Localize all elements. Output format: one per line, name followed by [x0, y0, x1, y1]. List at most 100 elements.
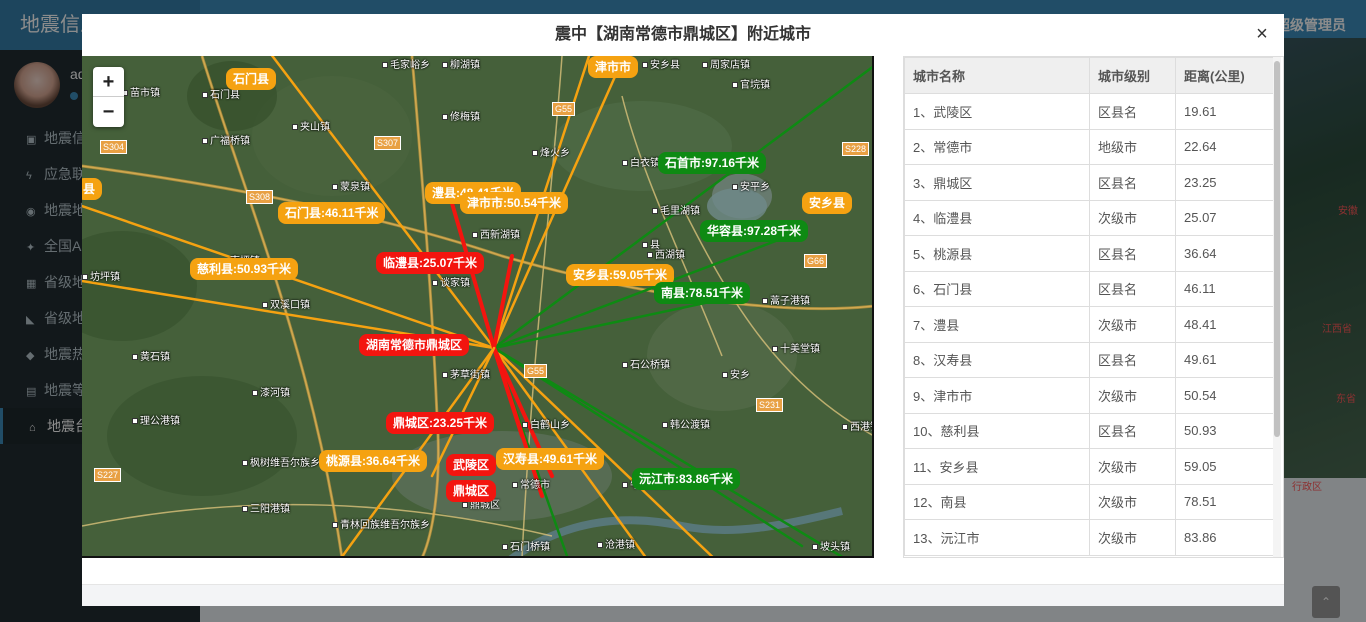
map-place-label: 韩公渡镇	[662, 416, 710, 431]
road-shield: S227	[94, 468, 122, 482]
cell-city-level: 次级市	[1089, 448, 1176, 485]
road-shield: S308	[246, 190, 274, 204]
cell-distance: 49.61	[1175, 341, 1274, 378]
map-place-label: 漆河镇	[252, 384, 290, 399]
lake	[707, 188, 767, 224]
distance-badge[interactable]: 武陵区	[446, 454, 497, 476]
distance-badge[interactable]: 安乡县	[802, 192, 853, 214]
epicenter-map[interactable]: 苗市镇石门县夹山镇广福桥镇蒙泉镇修梅镇烽火乡白衣镇官垸镇津市市安乡县毛里湖镇西湖…	[82, 56, 874, 558]
map-place-label: 白衣镇	[622, 154, 660, 169]
epicenter-label[interactable]: 湖南常德市鼎城区	[359, 334, 470, 356]
distance-badge[interactable]: 南县:78.51千米	[654, 282, 751, 304]
map-place-label: 西港镇	[842, 418, 872, 433]
distance-badge[interactable]: 石首市:97.16千米	[658, 152, 767, 174]
table-row[interactable]: 5、桃源县 区县名 36.64	[904, 235, 1274, 272]
road-shield: G55	[552, 102, 576, 116]
table-row[interactable]: 13、沅江市 次级市 83.86	[904, 519, 1274, 556]
map-place-label: 白鹤山乡	[522, 416, 570, 431]
map-place-label: 坡头镇	[812, 538, 850, 553]
cell-city-name: 2、常德市	[904, 128, 1090, 165]
map-place-label: 蒿子港镇	[762, 292, 810, 307]
map-place-label: 安乡县	[642, 56, 680, 71]
map-place-label: 夹山镇	[292, 118, 330, 133]
distance-badge[interactable]: 汉寿县:49.61千米	[496, 448, 605, 470]
distance-badge[interactable]: 沅江市:83.86千米	[632, 468, 741, 490]
cell-city-name: 6、石门县	[904, 270, 1090, 307]
table-row[interactable]: 9、津市市 次级市 50.54	[904, 377, 1274, 414]
close-icon[interactable]: ×	[1252, 24, 1272, 44]
column-header-city-name[interactable]: 城市名称	[904, 57, 1090, 94]
cell-city-name: 3、鼎城区	[904, 164, 1090, 201]
table-row[interactable]: 7、澧县 次级市 48.41	[904, 306, 1274, 343]
scrollbar-thumb[interactable]	[1274, 61, 1280, 437]
cell-city-level: 区县名	[1089, 341, 1176, 378]
zoom-in-button[interactable]: +	[93, 67, 124, 97]
cell-distance: 46.11	[1175, 270, 1274, 307]
map-place-label: 青林回族维吾尔族乡	[332, 516, 430, 531]
distance-badge[interactable]: 石门县:46.11千米	[278, 202, 386, 224]
cell-city-name: 1、武陵区	[904, 93, 1090, 130]
cell-city-level: 地级市	[1089, 128, 1176, 165]
table-row[interactable]: 1、武陵区 区县名 19.61	[904, 93, 1274, 130]
distance-badge[interactable]: 县	[82, 178, 103, 200]
modal-footer	[82, 584, 1284, 606]
map-place-label: 毛里湖镇	[652, 202, 700, 217]
cell-distance: 59.05	[1175, 448, 1274, 485]
cell-distance: 78.51	[1175, 483, 1274, 520]
table-row[interactable]: 4、临澧县 次级市 25.07	[904, 199, 1274, 236]
cell-city-name: 10、慈利县	[904, 412, 1090, 449]
zoom-out-button[interactable]: −	[93, 97, 124, 127]
map-place-label: 石门桥镇	[502, 538, 550, 553]
map-place-label: 茅草街镇	[442, 366, 490, 381]
map-terrain-patch	[552, 101, 732, 191]
map-place-label: 黄石镇	[132, 348, 170, 363]
distance-badge[interactable]: 石门县	[226, 68, 277, 90]
cell-city-name: 12、南县	[904, 483, 1090, 520]
cell-city-name: 11、安乡县	[904, 448, 1090, 485]
map-place-label: 常德市	[512, 476, 550, 491]
cell-city-level: 区县名	[1089, 164, 1176, 201]
cell-distance: 36.64	[1175, 235, 1274, 272]
table-row[interactable]: 6、石门县 区县名 46.11	[904, 270, 1274, 307]
cell-distance: 83.86	[1175, 519, 1274, 556]
distance-badge[interactable]: 慈利县:50.93千米	[190, 258, 299, 280]
map-place-label: 柳湖镇	[442, 56, 480, 71]
cities-table-container[interactable]: 城市名称 城市级别 距离(公里) 1、武陵区 区县名 19.61 2、常德市 地级市 22…	[903, 56, 1284, 558]
map-place-label: 枫树维吾尔族乡	[242, 454, 320, 469]
cell-distance: 23.25	[1175, 164, 1274, 201]
column-header-city-level[interactable]: 城市级别	[1089, 57, 1176, 94]
map-place-label: 县	[642, 236, 660, 251]
cell-city-name: 13、沅江市	[904, 519, 1090, 556]
table-scrollbar[interactable]	[1273, 57, 1281, 557]
cell-city-level: 区县名	[1089, 235, 1176, 272]
map-place-label: 三阳港镇	[242, 500, 290, 515]
cell-city-level: 次级市	[1089, 377, 1176, 414]
table-row[interactable]: 3、鼎城区 区县名 23.25	[904, 164, 1274, 201]
distance-badge[interactable]: 桃源县:36.64千米	[319, 450, 428, 472]
road-shield: S231	[756, 398, 784, 412]
distance-badge[interactable]: 临澧县:25.07千米	[376, 252, 485, 274]
distance-badge[interactable]: 鼎城区:23.25千米	[386, 412, 495, 434]
map-place-label: 修梅镇	[442, 108, 480, 123]
distance-badge[interactable]: 华容县:97.28千米	[700, 220, 809, 242]
map-place-label: 毛家峪乡	[382, 56, 430, 71]
map-place-label: 西新湖镇	[472, 226, 520, 241]
road-shield: S228	[842, 142, 870, 156]
cell-city-level: 次级市	[1089, 199, 1176, 236]
table-row[interactable]: 11、安乡县 次级市 59.05	[904, 448, 1274, 485]
distance-badge[interactable]: 鼎城区	[446, 480, 497, 502]
distance-badge[interactable]: 津市市	[588, 56, 639, 78]
cell-city-level: 区县名	[1089, 270, 1176, 307]
table-row[interactable]: 12、南县 次级市 78.51	[904, 483, 1274, 520]
modal-title: 震中【湖南常德市鼎城区】附近城市	[554, 26, 811, 43]
distance-badge[interactable]: 津市市:50.54千米	[460, 192, 569, 214]
map-place-label: 石公桥镇	[622, 356, 670, 371]
table-row[interactable]: 2、常德市 地级市 22.64	[904, 128, 1274, 165]
table-row[interactable]: 10、慈利县 区县名 50.93	[904, 412, 1274, 449]
cell-distance: 50.93	[1175, 412, 1274, 449]
cell-city-name: 4、临澧县	[904, 199, 1090, 236]
column-header-distance[interactable]: 距离(公里)	[1175, 57, 1274, 94]
map-place-label: 官垸镇	[732, 76, 770, 91]
map-place-label: 苗市镇	[122, 84, 160, 99]
table-row[interactable]: 8、汉寿县 区县名 49.61	[904, 341, 1274, 378]
